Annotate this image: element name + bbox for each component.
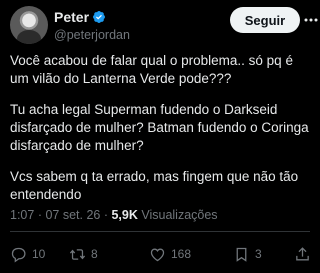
meta-separator: · <box>100 208 112 222</box>
tweet-paragraph: Tu acha legal Superman fudendo o Darksei… <box>10 102 309 153</box>
views-count[interactable]: 5,9K <box>111 208 137 222</box>
views-label: Visualizações <box>137 208 218 222</box>
reply-icon <box>11 247 26 262</box>
verified-badge-icon <box>93 11 106 23</box>
author-name-row[interactable]: Peter <box>54 9 106 25</box>
more-options-icon[interactable] <box>304 15 318 25</box>
share-button[interactable] <box>294 246 311 263</box>
tweet-time[interactable]: 1:07 <box>10 208 34 222</box>
tweet-text: Você acabou de falar qual o problema.. s… <box>10 52 312 217</box>
like-button[interactable]: 168 <box>149 246 191 263</box>
author-display-name[interactable]: Peter <box>54 9 89 25</box>
action-bar: 10 8 168 3 <box>10 243 310 265</box>
retweet-button[interactable]: 8 <box>69 246 98 263</box>
tweet-header: Peter @peterjordan Seguir <box>10 6 318 46</box>
divider <box>10 231 310 232</box>
tweet-date[interactable]: 07 set. 26 <box>45 208 100 222</box>
like-count: 168 <box>171 247 192 261</box>
retweet-count: 8 <box>91 247 98 261</box>
reply-count: 10 <box>32 247 46 261</box>
tweet-paragraph: Vcs sabem q ta errado, mas fingem que nã… <box>10 169 299 202</box>
meta-separator: · <box>34 208 46 222</box>
follow-button[interactable]: Seguir <box>230 7 300 33</box>
like-icon <box>150 248 165 261</box>
retweet-icon <box>69 248 86 260</box>
avatar[interactable] <box>10 6 48 44</box>
author-handle[interactable]: @peterjordan <box>54 28 130 42</box>
reply-button[interactable]: 10 <box>10 246 45 263</box>
share-icon <box>296 246 309 260</box>
tweet-meta: 1:07 · 07 set. 26 · 5,9K Visualizações <box>10 208 218 222</box>
bookmark-icon <box>236 247 247 262</box>
bookmark-count: 3 <box>255 247 262 261</box>
tweet-paragraph: Você acabou de falar qual o problema.. s… <box>10 53 293 86</box>
bookmark-button[interactable]: 3 <box>233 246 262 263</box>
